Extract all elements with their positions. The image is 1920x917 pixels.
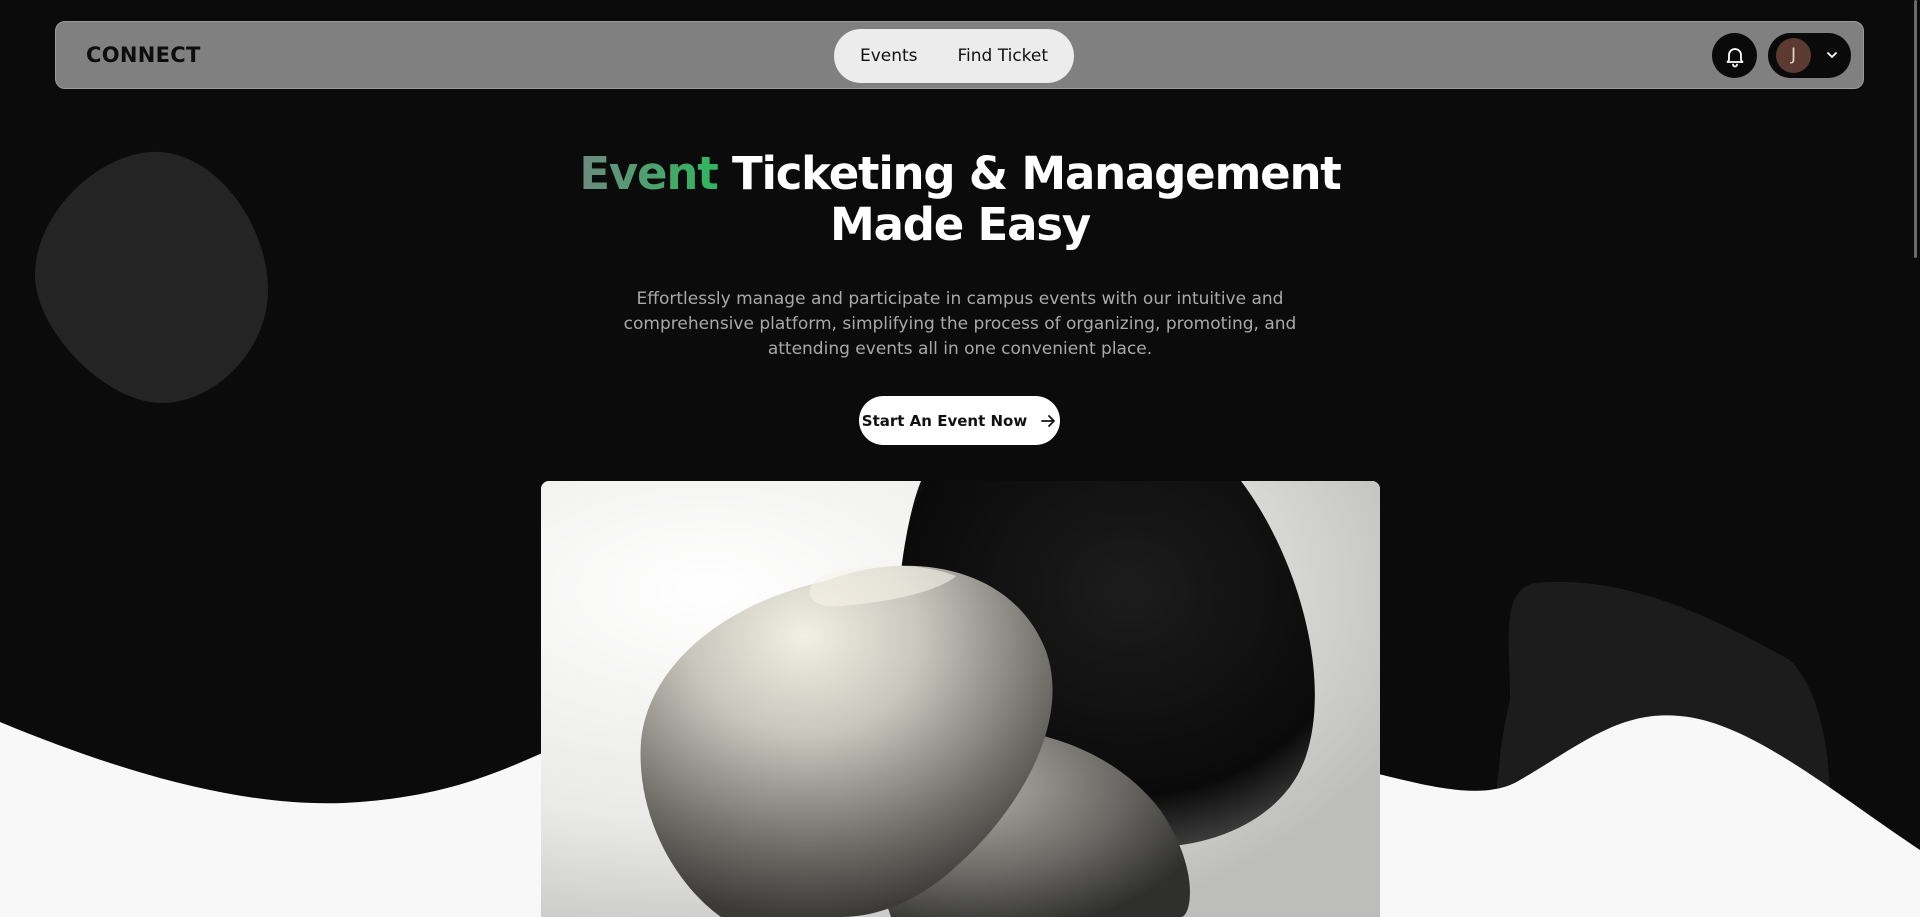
abstract-shapes-illustration: [541, 481, 1380, 917]
decorative-blob-left: [35, 151, 268, 403]
arrow-right-icon: [1039, 412, 1057, 430]
hero-subtitle: Effortlessly manage and participate in c…: [623, 289, 1297, 359]
nav-links: Events Find Ticket: [834, 29, 1074, 83]
scroll-thumb[interactable]: [1914, 0, 1917, 258]
cta-label: Start An Event Now: [861, 411, 1028, 430]
hero-image: [541, 481, 1380, 917]
chevron-down-icon: [1827, 52, 1837, 58]
profile-menu-button[interactable]: J: [1768, 33, 1851, 78]
nav-link-events[interactable]: Events: [860, 46, 918, 66]
bell-icon: [1726, 47, 1743, 67]
hero-title-rest: Ticketing & Management Made Easy: [717, 147, 1342, 251]
page-scrollbar[interactable]: [1914, 0, 1920, 917]
hero-title: Event Ticketing & Management Made Easy: [560, 148, 1360, 250]
nav-link-find-ticket[interactable]: Find Ticket: [958, 46, 1049, 66]
brand-logo[interactable]: CONNECT: [86, 22, 201, 88]
notifications-button[interactable]: [1712, 33, 1757, 78]
start-event-button[interactable]: Start An Event Now: [859, 396, 1060, 445]
hero-title-accent: Event: [579, 147, 718, 200]
top-navbar: CONNECT Events Find Ticket J: [55, 21, 1864, 89]
avatar: J: [1776, 38, 1811, 73]
